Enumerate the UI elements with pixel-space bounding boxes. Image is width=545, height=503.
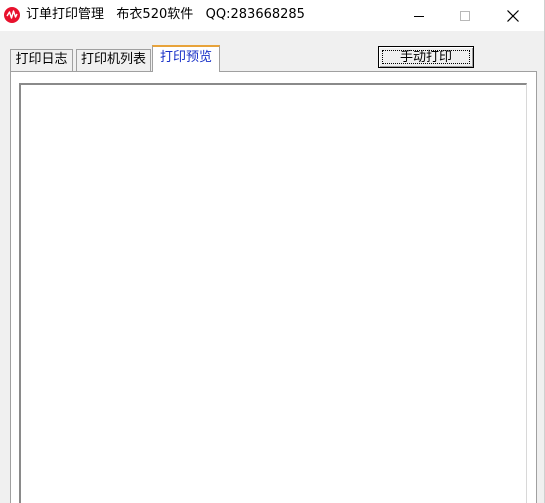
client-area: 打印日志 打印机列表 打印预览 手动打印: [0, 31, 544, 503]
manual-print-button[interactable]: 手动打印: [378, 46, 474, 68]
close-button[interactable]: [490, 0, 536, 31]
minimize-icon: [414, 15, 424, 17]
maximize-button[interactable]: [442, 0, 488, 31]
app-logo-icon: [4, 7, 20, 23]
app-window: 订单打印管理 布衣520软件 QQ:283668285 打印日志 打印机列表 打…: [0, 0, 545, 503]
maximize-icon: [460, 10, 470, 21]
window-title: 订单打印管理 布衣520软件 QQ:283668285: [26, 7, 305, 23]
tab-panel-print-preview: [10, 71, 537, 503]
tab-print-preview[interactable]: 打印预览: [152, 45, 220, 72]
print-preview-area[interactable]: [19, 83, 527, 503]
minimize-button[interactable]: [396, 0, 442, 31]
tab-printer-list[interactable]: 打印机列表: [76, 49, 151, 71]
manual-print-label: 手动打印: [399, 49, 452, 64]
window-title-company: 布衣520软件: [116, 7, 194, 22]
window-title-name: 订单打印管理: [26, 7, 105, 22]
close-icon: [507, 9, 519, 22]
window-title-qq: QQ:283668285: [205, 7, 305, 22]
title-bar[interactable]: 订单打印管理 布衣520软件 QQ:283668285: [0, 0, 544, 31]
tab-print-log[interactable]: 打印日志: [10, 49, 73, 71]
